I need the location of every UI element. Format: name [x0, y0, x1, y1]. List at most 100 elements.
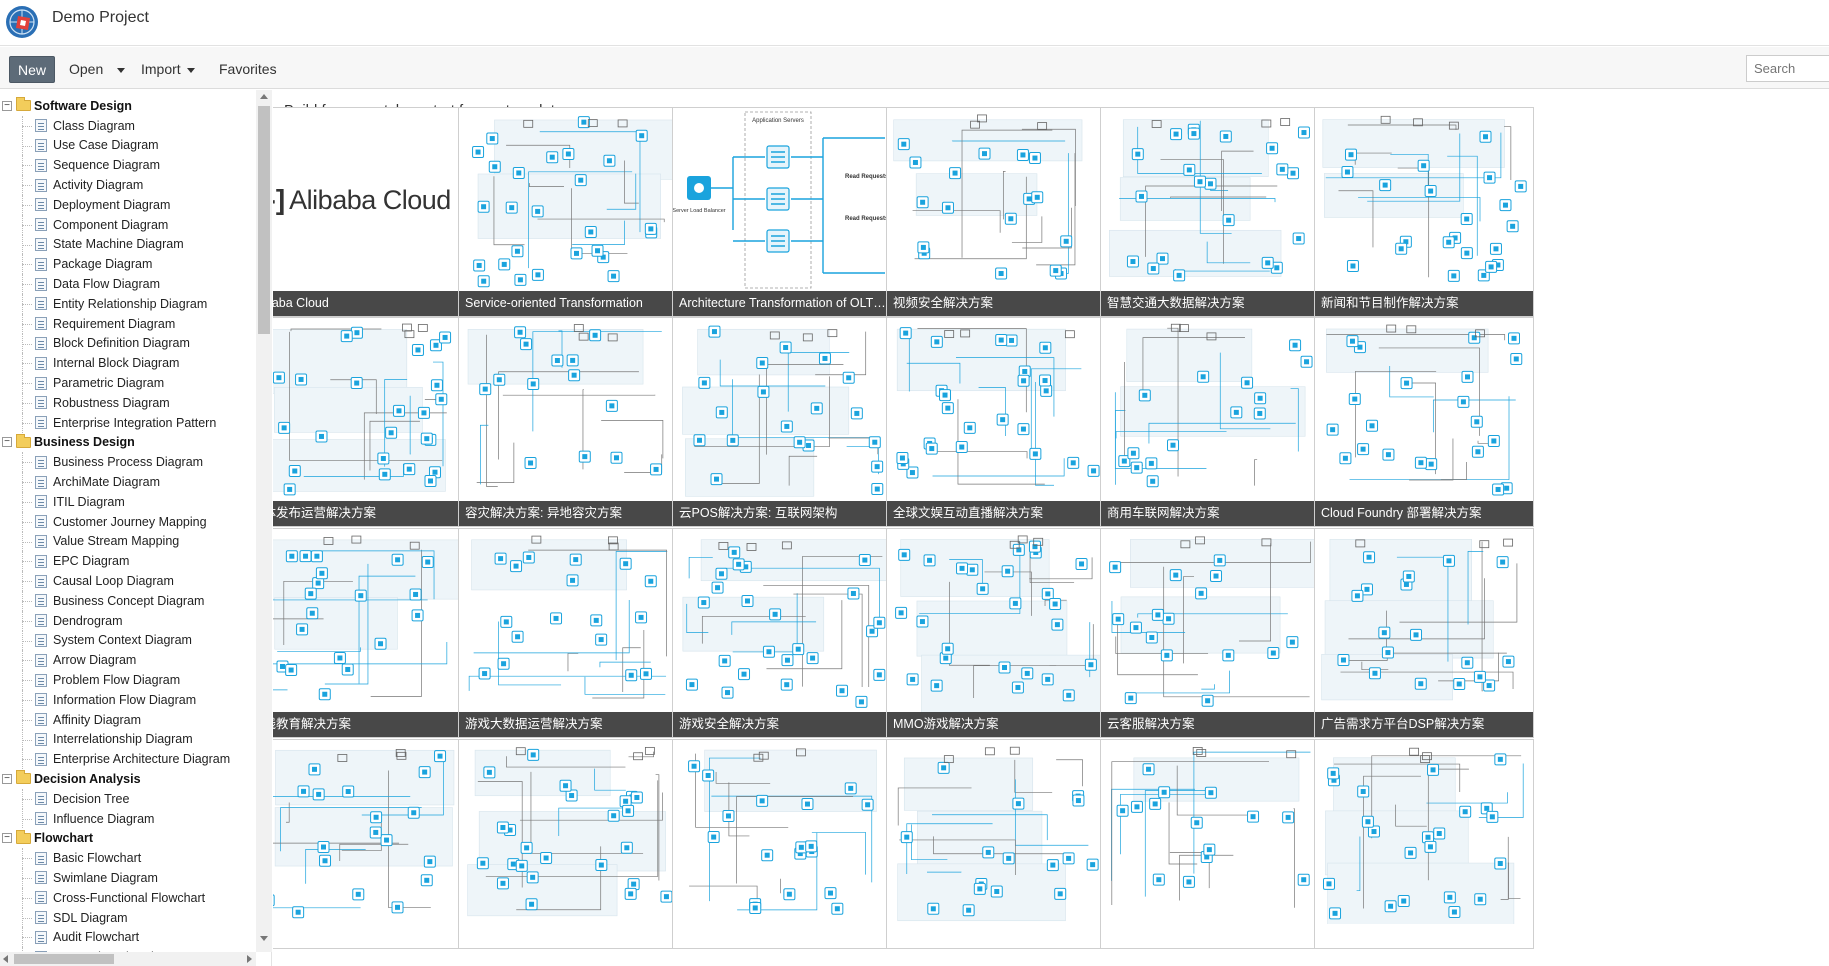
- template-card[interactable]: [273, 739, 464, 949]
- category-header[interactable]: − Decision Analysis: [0, 769, 256, 789]
- sidebar-item-label: Influence Diagram: [53, 811, 155, 826]
- sidebar-item[interactable]: Audit Flowchart: [0, 927, 256, 948]
- template-card[interactable]: Service-oriented Transformation: [458, 107, 678, 317]
- sidebar-item[interactable]: EPC Diagram: [0, 551, 256, 571]
- sidebar-item[interactable]: Internal Block Diagram: [0, 353, 256, 373]
- collapse-toggle-icon[interactable]: −: [2, 773, 12, 784]
- template-card[interactable]: 游戏大数据运营解决方案: [458, 528, 678, 738]
- template-card-label: 新闻和节目制作解决方案: [1315, 291, 1533, 316]
- scroll-down-icon[interactable]: [260, 936, 268, 941]
- template-card[interactable]: 全球文娱互动直播解决方案: [886, 317, 1106, 527]
- template-card[interactable]: 智慧交通大数据解决方案: [1100, 107, 1320, 317]
- sidebar-item[interactable]: ITIL Diagram: [0, 491, 256, 512]
- sidebar-hscroll-thumb[interactable]: [14, 954, 114, 964]
- sidebar-item[interactable]: Enterprise Architecture Diagram: [0, 749, 256, 769]
- template-card[interactable]: MMO游戏解决方案: [886, 528, 1106, 738]
- sidebar-item-label: EPC Diagram: [53, 554, 130, 569]
- template-card[interactable]: [1100, 739, 1320, 949]
- template-card[interactable]: Application Servers Server Load Balancer R…: [672, 107, 892, 317]
- import-menu-button[interactable]: Import: [141, 56, 195, 83]
- diagram-type-icon: [35, 356, 47, 370]
- sidebar-item[interactable]: Cross-Functional Flowchart: [0, 887, 256, 908]
- category-header[interactable]: − Flowchart: [0, 828, 256, 848]
- sidebar-item[interactable]: System Context Diagram: [0, 630, 256, 651]
- template-card[interactable]: 媒体发布运营解决方案: [273, 317, 464, 527]
- template-card[interactable]: 容灾解决方案: 异地容灾方案: [458, 317, 678, 527]
- scroll-left-icon[interactable]: [3, 955, 8, 963]
- app-logo-icon[interactable]: [4, 4, 40, 40]
- open-menu-button[interactable]: Open: [69, 56, 126, 83]
- template-card-label: 商用车联网解决方案: [1101, 501, 1319, 526]
- sidebar-item[interactable]: Business Process Diagram: [0, 452, 256, 472]
- sidebar-item[interactable]: Problem Flow Diagram: [0, 670, 256, 690]
- collapse-toggle-icon[interactable]: −: [2, 437, 12, 448]
- sidebar-item[interactable]: Robustness Diagram: [0, 392, 256, 413]
- sidebar-item[interactable]: Business Concept Diagram: [0, 590, 256, 611]
- sidebar-item[interactable]: ArchiMate Diagram: [0, 472, 256, 492]
- template-card[interactable]: Cloud Foundry 部署解决方案: [1314, 317, 1534, 527]
- sidebar-item[interactable]: Decision Tree: [0, 788, 256, 809]
- sidebar-item[interactable]: Basic Flowchart: [0, 848, 256, 868]
- toolbar: New Open Import Favorites: [0, 47, 1829, 89]
- diagram-type-icon: [35, 554, 47, 568]
- sidebar-item[interactable]: Use Case Diagram: [0, 135, 256, 156]
- sidebar-item[interactable]: Dendrogram: [0, 610, 256, 631]
- favorites-button[interactable]: Favorites: [219, 56, 277, 83]
- template-thumbnail: [1109, 118, 1310, 282]
- template-card[interactable]: 云POS解决方案: 互联网架构: [672, 317, 892, 527]
- diagram-type-icon: [35, 515, 47, 529]
- sidebar-item[interactable]: Data Flow Diagram: [0, 274, 256, 294]
- template-card[interactable]: 视频安全解决方案: [886, 107, 1106, 317]
- sidebar-item-label: Dendrogram: [53, 613, 123, 628]
- sidebar-item[interactable]: Arrow Diagram: [0, 650, 256, 670]
- sidebar-item[interactable]: Enterprise Integration Pattern: [0, 412, 256, 433]
- scroll-right-icon[interactable]: [247, 955, 252, 963]
- template-card[interactable]: 新闻和节目制作解决方案: [1314, 107, 1534, 317]
- diagram-type-icon: [35, 693, 47, 707]
- sidebar-item[interactable]: Sequence Diagram: [0, 155, 256, 175]
- template-card[interactable]: 云客服解决方案: [1100, 528, 1320, 738]
- template-card[interactable]: 商用车联网解决方案: [1100, 317, 1320, 527]
- diagram-type-icon: [35, 495, 47, 509]
- sidebar-item[interactable]: Component Diagram: [0, 214, 256, 235]
- sidebar-item-label: Package Diagram: [53, 257, 153, 272]
- sidebar-item[interactable]: Requirement Diagram: [0, 313, 256, 334]
- template-card[interactable]: 在线教育解决方案: [273, 528, 464, 738]
- template-card[interactable]: [1314, 739, 1534, 949]
- sidebar-item[interactable]: Information Flow Diagram: [0, 689, 256, 710]
- sidebar-item[interactable]: Influence Diagram: [0, 808, 256, 829]
- sidebar-item[interactable]: Class Diagram: [0, 115, 256, 136]
- sidebar-item[interactable]: Interrelationship Diagram: [0, 729, 256, 750]
- sidebar-item[interactable]: State Machine Diagram: [0, 234, 256, 255]
- sidebar-item[interactable]: Affinity Diagram: [0, 709, 256, 730]
- template-card[interactable]: [458, 739, 678, 949]
- sidebar-item[interactable]: Value Stream Mapping: [0, 531, 256, 552]
- sidebar-item[interactable]: Package Diagram: [0, 254, 256, 274]
- template-card[interactable]: 广告需求方平台DSP解决方案: [1314, 528, 1534, 738]
- new-button[interactable]: New: [9, 56, 55, 83]
- template-card[interactable]: [886, 739, 1106, 949]
- sidebar-item[interactable]: SDL Diagram: [0, 907, 256, 928]
- sidebar-item[interactable]: Activity Diagram: [0, 175, 256, 195]
- collapse-toggle-icon[interactable]: −: [2, 833, 12, 844]
- category-header[interactable]: − Business Design: [0, 433, 256, 453]
- category-sidebar: − Software Design Class Diagram Use Case Di…: [0, 90, 272, 966]
- sidebar-item[interactable]: Entity Relationship Diagram: [0, 293, 256, 314]
- sidebar-item[interactable]: Parametric Diagram: [0, 373, 256, 393]
- template-card[interactable]: [-]Alibaba CloudAlibaba Cloud: [273, 107, 464, 317]
- folder-icon: [16, 97, 31, 112]
- sidebar-item-label: Information Flow Diagram: [53, 692, 197, 707]
- sidebar-item[interactable]: Customer Journey Mapping: [0, 511, 256, 532]
- sidebar-item[interactable]: Swimlane Diagram: [0, 868, 256, 888]
- scroll-up-icon[interactable]: [260, 94, 268, 99]
- sidebar-item[interactable]: Block Definition Diagram: [0, 333, 256, 354]
- diagram-type-icon: [35, 455, 47, 469]
- template-card[interactable]: 游戏安全解决方案: [672, 528, 892, 738]
- sidebar-item[interactable]: Deployment Diagram: [0, 194, 256, 215]
- collapse-toggle-icon[interactable]: −: [2, 100, 12, 111]
- template-card[interactable]: [672, 739, 892, 949]
- search-input[interactable]: [1746, 55, 1829, 82]
- sidebar-item[interactable]: Causal Loop Diagram: [0, 571, 256, 591]
- category-header[interactable]: − Software Design: [0, 96, 256, 116]
- sidebar-scroll-thumb[interactable]: [258, 106, 270, 334]
